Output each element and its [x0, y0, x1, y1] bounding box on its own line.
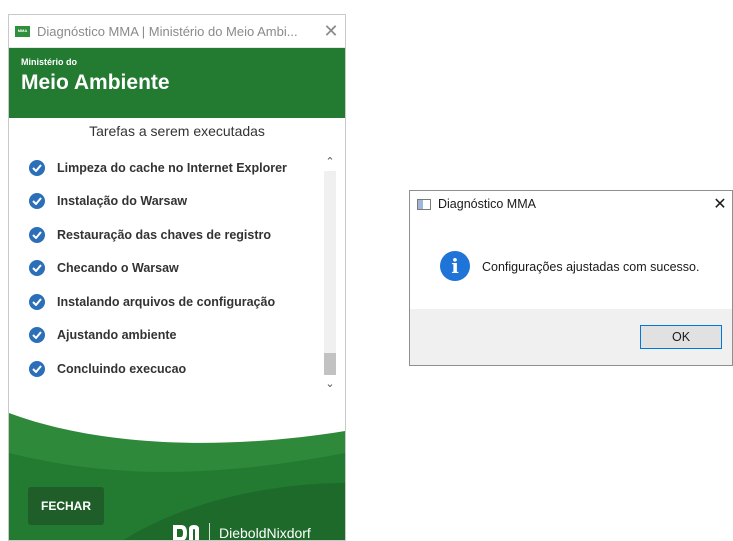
dieboldnixdorf-logo: DieboldNixdorf: [171, 523, 311, 541]
check-circle-icon: [29, 226, 45, 243]
info-icon: i: [440, 251, 470, 281]
header-subtitle: Ministério do: [21, 57, 77, 67]
main-titlebar: MMA Diagnóstico MMA | Ministério do Meio…: [9, 15, 345, 48]
task-item: Ajustando ambiente: [29, 319, 319, 353]
task-label: Concluindo execucao: [57, 361, 187, 376]
check-circle-icon: [29, 159, 45, 176]
task-scrollbar[interactable]: ⌃ ⌄: [322, 155, 338, 391]
task-list: Limpeza do cache no Internet Explorer In…: [29, 151, 319, 386]
chevron-up-icon[interactable]: ⌃: [322, 155, 338, 169]
scroll-thumb[interactable]: [324, 353, 336, 375]
ok-button[interactable]: OK: [640, 325, 722, 349]
task-item: Checando o Warsaw: [29, 252, 319, 286]
check-circle-icon: [29, 193, 45, 210]
check-circle-icon: [29, 293, 45, 310]
chevron-down-icon[interactable]: ⌄: [322, 377, 338, 391]
task-label: Limpeza do cache no Internet Explorer: [57, 160, 287, 175]
task-item: Limpeza do cache no Internet Explorer: [29, 151, 319, 185]
dialog-titlebar: Diagnóstico MMA ✕: [410, 191, 732, 217]
app-icon-label: MMA: [17, 28, 28, 33]
task-label: Checando o Warsaw: [57, 261, 179, 276]
task-label: Instalação do Warsaw: [57, 194, 188, 209]
app-icon: MMA: [15, 25, 30, 37]
check-circle-icon: [29, 260, 45, 277]
task-item: Restauração das chaves de registro: [29, 218, 319, 252]
window-title: Diagnóstico MMA | Ministério do Meio Amb…: [37, 23, 298, 39]
brand-name: DieboldNixdorf: [219, 525, 311, 541]
main-window: MMA Diagnóstico MMA | Ministério do Meio…: [8, 14, 346, 541]
dialog-message: Configurações ajustadas com sucesso.: [482, 260, 700, 274]
dialog-app-icon: [417, 198, 431, 210]
dn-mark-icon: [173, 525, 199, 540]
tasks-title: Tarefas a serem executadas: [89, 123, 265, 139]
task-item: Instalando arquivos de configuração: [29, 285, 319, 319]
header-band: Ministério do Meio Ambiente: [9, 48, 345, 118]
close-button[interactable]: FECHAR: [28, 487, 104, 525]
header-title: Meio Ambiente: [21, 71, 170, 94]
check-circle-icon: [29, 360, 45, 377]
message-dialog: Diagnóstico MMA ✕ i Configurações ajusta…: [409, 190, 733, 366]
task-item: Instalação do Warsaw: [29, 185, 319, 219]
task-label: Instalando arquivos de configuração: [57, 294, 276, 309]
scroll-track[interactable]: [324, 171, 336, 375]
task-label: Ajustando ambiente: [57, 328, 177, 343]
task-item: Concluindo execucao: [29, 352, 319, 386]
close-icon[interactable]: ✕: [708, 194, 732, 214]
task-label: Restauração das chaves de registro: [57, 227, 271, 242]
check-circle-icon: [29, 327, 45, 344]
dialog-title: Diagnóstico MMA: [438, 197, 536, 211]
logo-separator: [209, 523, 210, 540]
close-icon[interactable]: ✕: [317, 21, 345, 42]
